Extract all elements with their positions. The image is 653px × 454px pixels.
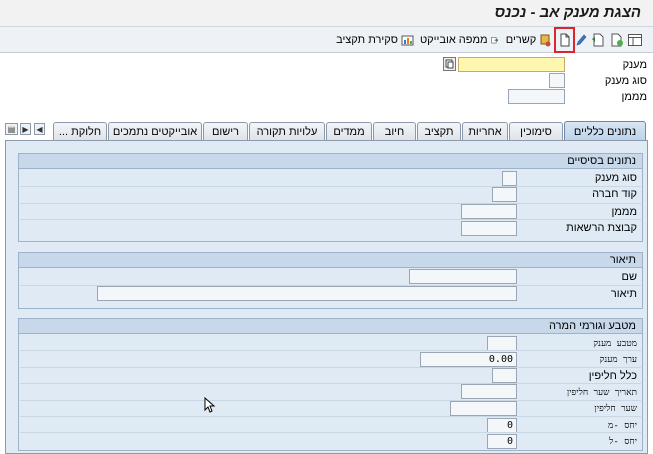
grant-input[interactable]: [458, 57, 565, 72]
divider: [20, 400, 641, 401]
field-label: קבוצת הרשאות: [566, 222, 637, 234]
authorization-group-field: [461, 221, 517, 236]
divider: [20, 350, 641, 351]
tab-billing[interactable]: חיוב: [373, 122, 416, 140]
field-label: שער חליפין: [594, 404, 637, 414]
tab-scroll-left-button[interactable]: ◀: [34, 123, 45, 135]
tab-list-icon: ▤: [7, 124, 16, 134]
tab-dimensions[interactable]: ממדים: [326, 122, 372, 140]
field-label: כלל חליפין: [588, 370, 637, 382]
title-bar: הצגת מענק אב - נכנס: [0, 0, 653, 27]
edit-button[interactable]: [574, 30, 588, 50]
budget-overview-button[interactable]: סקירת תקציב: [335, 30, 415, 50]
field-label: מממן: [611, 206, 637, 218]
sponsor-field: [508, 89, 565, 104]
field-label: קוד חברה: [592, 188, 637, 200]
new-document-icon: [611, 33, 623, 47]
layout-button[interactable]: [627, 30, 643, 50]
tab-overhead-costs[interactable]: עלויות תקורה: [249, 122, 325, 140]
group-title: תיאור: [19, 253, 642, 268]
tab-responsibility[interactable]: אחריות: [462, 122, 508, 140]
application-toolbar: קשרים ממפה אובייקט סקירת תקציב: [0, 27, 653, 53]
relations-icon: [540, 34, 551, 46]
description-field: [97, 286, 517, 301]
sponsor-value-field: [461, 204, 517, 219]
copy-button[interactable]: [590, 30, 606, 50]
grant-type-label: סוג מענק: [604, 75, 647, 87]
divider: [20, 383, 641, 384]
relations-label: קשרים: [505, 34, 537, 46]
search-help-icon: [445, 59, 454, 69]
grant-label: מענק: [622, 59, 647, 71]
search-help-button[interactable]: [443, 57, 456, 71]
relations-button[interactable]: קשרים: [505, 30, 553, 50]
ratio-from-field: 0: [487, 418, 517, 433]
grant-type-field: [549, 73, 565, 88]
company-code-field: [492, 187, 517, 202]
tab-distribution[interactable]: חלוקת ...: [53, 122, 107, 140]
divider: [20, 219, 641, 220]
tab-supported-objects[interactable]: אובייקטים נתמכים: [108, 122, 202, 140]
object-map-label: ממפה אובייקט: [420, 34, 488, 46]
field-label: שם: [621, 271, 638, 283]
field-label: תיאור: [610, 288, 637, 300]
field-label: יחס -מ: [608, 421, 637, 431]
field-label: ערך מענק: [599, 355, 637, 365]
page-title: הצגת מענק אב - נכנס: [494, 4, 641, 21]
create-button[interactable]: [609, 30, 625, 50]
divider: [20, 203, 641, 204]
grant-type-value-field: [502, 171, 517, 186]
copy-document-icon: [592, 33, 604, 47]
name-field: [409, 269, 517, 284]
display-button[interactable]: [554, 27, 575, 53]
grant-value-field: 0.00: [420, 352, 517, 367]
divider: [20, 186, 641, 187]
tab-references[interactable]: סימוכין: [509, 122, 563, 140]
budget-icon: [401, 35, 414, 45]
tab-general-data[interactable]: נתונים כלליים: [564, 121, 646, 141]
tab-budget[interactable]: תקציב: [417, 122, 461, 140]
chevron-right-icon: ▶: [22, 124, 29, 134]
field-label: סוג מענק: [594, 172, 637, 184]
divider: [20, 432, 641, 433]
tab-registration[interactable]: רישום: [203, 122, 248, 140]
tab-scroll-right-button[interactable]: ▶: [20, 123, 31, 135]
divider: [20, 416, 641, 417]
divider: [20, 367, 641, 368]
sponsor-label: מממן: [621, 91, 647, 103]
exchange-rule-field: [492, 368, 517, 383]
ratio-to-field: 0: [487, 434, 517, 449]
field-label: תאריך שער חליפין: [566, 388, 637, 398]
field-label: יחס -ל: [609, 437, 637, 447]
field-label: מטבע מענק: [593, 339, 637, 349]
group-title: מטבע וגורמי המרה: [19, 319, 642, 334]
chevron-left-icon: ◀: [36, 124, 43, 134]
exchange-rate-field: [450, 401, 517, 416]
object-map-button[interactable]: ממפה אובייקט: [420, 30, 498, 50]
arrow-right-icon: [490, 36, 498, 43]
group-title: נתונים בסיסיים: [19, 154, 642, 169]
layout-icon: [628, 34, 642, 46]
mouse-cursor-icon: [204, 397, 216, 413]
budget-overview-label: סקירת תקציב: [336, 34, 398, 46]
document-icon: [560, 33, 569, 47]
exchange-date-field: [461, 384, 517, 399]
pencil-icon: [576, 34, 587, 46]
grant-currency-field: [487, 336, 517, 351]
tab-list-button[interactable]: ▤: [5, 123, 18, 135]
